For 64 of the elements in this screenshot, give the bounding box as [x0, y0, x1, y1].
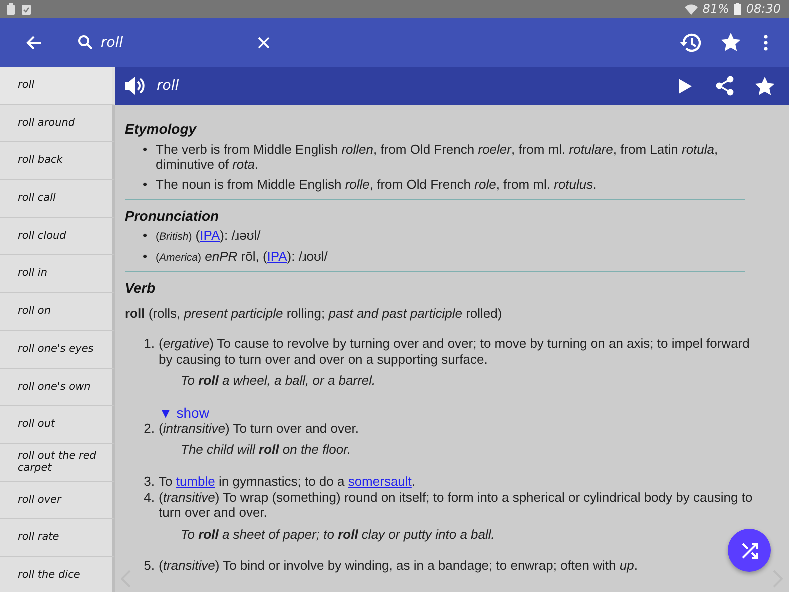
- sense-number: 1.: [143, 336, 155, 353]
- menu-icon: [764, 34, 768, 50]
- star-icon: [755, 76, 775, 96]
- share-icon: [716, 76, 734, 96]
- sense-number: 5.: [143, 558, 155, 574]
- word-list-item[interactable]: roll over: [0, 482, 115, 520]
- wifi-icon: [684, 4, 698, 14]
- search-field[interactable]: roll: [101, 34, 241, 50]
- word-title: roll: [157, 78, 180, 94]
- bullet: •: [143, 176, 149, 193]
- sense-number: 4.: [143, 490, 155, 507]
- word-list-item[interactable]: roll call: [0, 180, 115, 218]
- etymology-text: The verb is from Middle English rollen, from Old French roeler, from ml. rotulare, from Latin rotula, diminutive of rota.: [156, 142, 720, 173]
- etymology-text: The noun is from Middle English rolle, from Old French role, from ml. rotulus.: [156, 176, 597, 193]
- word-list-item[interactable]: roll out: [0, 406, 115, 444]
- sense-number: 2.: [143, 420, 155, 438]
- word-list-item[interactable]: roll on: [0, 293, 115, 331]
- word-link[interactable]: tumble: [176, 474, 216, 489]
- definition-text: (transitive) To wrap (something) round on itself; to form into a spherical or cylindrical body by causing to turn over and over.: [159, 490, 753, 521]
- bullet: •: [143, 142, 149, 158]
- definition-text: (intransitive) To turn over and over.: [159, 420, 359, 436]
- ipa-link[interactable]: IPA: [267, 248, 288, 264]
- clock: 08:30: [746, 2, 781, 16]
- back-arrow-icon: [26, 34, 42, 50]
- shuffle-button[interactable]: [728, 529, 771, 572]
- word-list-item[interactable]: roll back: [0, 142, 115, 180]
- search-icon: [78, 35, 93, 50]
- shuffle-icon: [742, 542, 758, 558]
- definition-text: (ergative) To cause to revolve by turning over and over; to move by turning on an axis; to impel forward by causing to turn over and over on a supporting surface.: [159, 336, 751, 368]
- ipa-link[interactable]: IPA: [200, 228, 220, 244]
- word-link[interactable]: somersault: [348, 474, 412, 489]
- history-icon: [679, 32, 703, 54]
- word-list-item[interactable]: roll around: [0, 104, 115, 142]
- word-list-item[interactable]: roll the dice: [0, 556, 115, 592]
- section-heading: Verb: [125, 280, 157, 296]
- word-list-item[interactable]: roll out the red carpet: [0, 444, 115, 482]
- pronunciation-text: (British) (IPA): /ɹəʊl/: [156, 228, 261, 244]
- bullet: •: [143, 228, 149, 244]
- pronunciation-text: (America) enPR rōl, (IPA): /ɹoʊl/: [156, 248, 328, 265]
- section-heading: Etymology: [125, 121, 198, 138]
- example-sentence: To roll a wheel, a ball, or a barrel.: [181, 373, 376, 389]
- word-list-item[interactable]: roll cloud: [0, 218, 115, 256]
- battery-percentage: 81%: [702, 2, 730, 16]
- example-sentence: To roll a sheet of paper; to roll clay or putty into a ball.: [181, 526, 495, 542]
- close-icon: [258, 36, 270, 48]
- section-heading: Pronunciation: [125, 208, 220, 224]
- word-list-item[interactable]: roll in: [0, 255, 115, 294]
- notification-icon: [6, 3, 16, 15]
- inflection-text: roll (rolls, present participle rolling; past and past participle rolled): [125, 306, 504, 322]
- definition-text: To tumble in gymnastics; to do a somersault.: [159, 474, 416, 490]
- speaker-icon: [124, 76, 146, 96]
- sense-number: 3.: [143, 474, 155, 490]
- example-sentence: The child will roll on the floor.: [181, 442, 352, 458]
- word-list-item[interactable]: roll one's eyes: [0, 330, 115, 368]
- definition-text: (transitive) To bind or involve by winding, as in a bandage; to enwrap; often with up.: [159, 558, 638, 574]
- word-list-item[interactable]: roll rate: [0, 519, 115, 557]
- bullet: •: [143, 248, 149, 265]
- word-list-item[interactable]: roll: [0, 67, 115, 105]
- battery-icon: [734, 3, 742, 15]
- star-icon: [721, 33, 741, 52]
- word-list-item[interactable]: roll one's own: [0, 368, 115, 406]
- show-toggle[interactable]: ▼ show: [159, 404, 210, 421]
- clipboard-check-icon: [21, 3, 32, 15]
- play-icon: [678, 78, 692, 94]
